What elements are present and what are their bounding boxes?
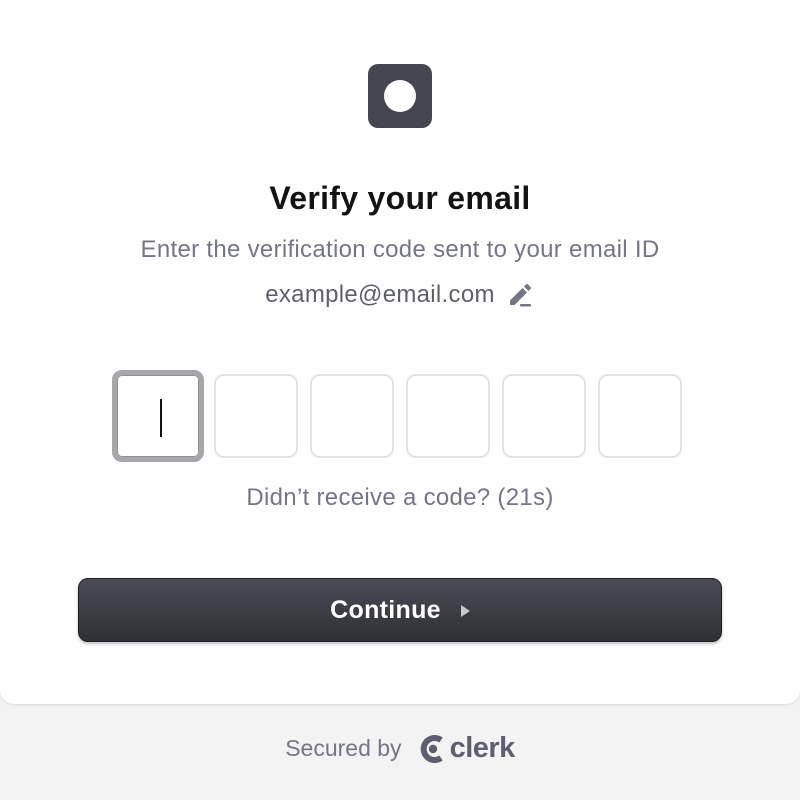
otp-digit-5[interactable] [502, 374, 586, 458]
verify-email-card: Verify your email Enter the verification… [0, 0, 800, 704]
otp-digit-2[interactable] [214, 374, 298, 458]
otp-digit-6[interactable] [598, 374, 682, 458]
clerk-wordmark: clerk [449, 732, 516, 764]
footer: Secured by clerk [0, 732, 800, 765]
otp-digit-4[interactable] [406, 374, 490, 458]
resend-code-text[interactable]: Didn’t receive a code? (21s) [0, 484, 800, 512]
text-caret [160, 399, 162, 437]
page-title: Verify your email [269, 180, 531, 216]
instruction-text: Enter the verification code sent to your… [140, 236, 660, 263]
email-row: example@email.com [0, 280, 800, 310]
clerk-logo-icon [420, 734, 443, 763]
otp-digit-3[interactable] [310, 374, 394, 458]
logo-dot [384, 80, 416, 112]
otp-digit-1[interactable] [112, 370, 204, 462]
play-arrow-icon [460, 604, 470, 617]
pencil-icon[interactable] [505, 280, 535, 310]
app-logo-icon [368, 64, 432, 128]
secured-by-text: Secured by [285, 735, 402, 761]
email-address: example@email.com [265, 281, 495, 308]
continue-button-label: Continue [330, 595, 441, 624]
clerk-brand-link[interactable]: clerk [420, 732, 515, 765]
continue-button[interactable]: Continue [78, 578, 722, 642]
